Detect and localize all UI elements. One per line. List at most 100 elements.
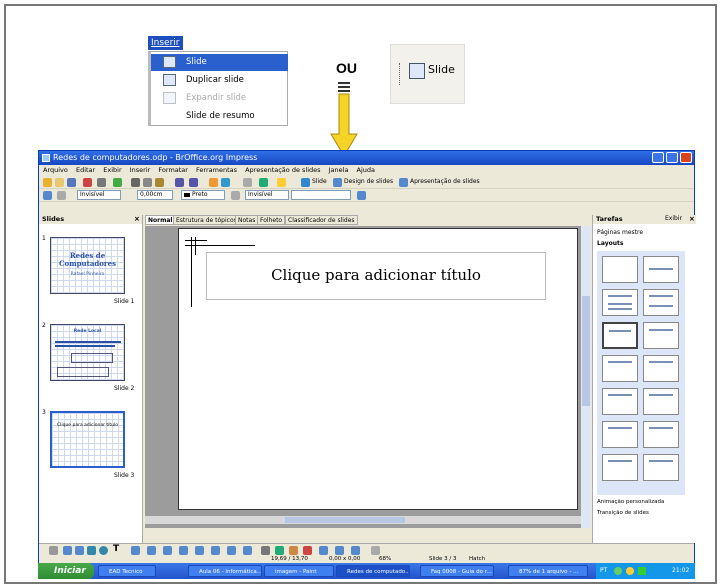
scrollbar-thumb[interactable]: [285, 517, 405, 523]
slide-canvas[interactable]: Clique para adicionar título: [178, 228, 578, 510]
rectangle-icon[interactable]: [87, 546, 96, 555]
taskbar-item-active[interactable]: Redes de computado...: [336, 565, 410, 577]
from-file-icon[interactable]: [289, 546, 298, 555]
zoom-icon[interactable]: [259, 178, 268, 187]
toolbar-slide-label[interactable]: Slide: [312, 178, 327, 185]
table-icon[interactable]: [221, 178, 230, 187]
slide-thumbnail-1[interactable]: Redes de Computadores Rafael Pinheiro: [50, 237, 125, 294]
undo-icon[interactable]: [175, 178, 184, 187]
title-placeholder[interactable]: Clique para adicionar título: [206, 252, 546, 300]
layout-chart[interactable]: [602, 355, 638, 382]
open-icon[interactable]: [55, 178, 64, 187]
gallery-icon[interactable]: [303, 546, 312, 555]
layout-text-image[interactable]: [602, 421, 638, 448]
layout-title-slide[interactable]: [602, 322, 638, 349]
vertical-scrollbar[interactable]: [581, 226, 591, 528]
block-arrows-icon[interactable]: [195, 546, 204, 555]
symbol-shapes-icon[interactable]: [179, 546, 188, 555]
line-style-select[interactable]: Invisível: [77, 190, 121, 200]
save-icon[interactable]: [67, 178, 76, 187]
tab-notes[interactable]: Notas: [235, 215, 259, 225]
layout-object[interactable]: [643, 454, 679, 481]
tab-slide-sorter[interactable]: Classificador de slides: [285, 215, 358, 225]
layout-title-two-content[interactable]: [643, 289, 679, 316]
new-icon[interactable]: [43, 178, 52, 187]
slide-thumbnail-3[interactable]: Clique para adicionar título: [50, 411, 125, 468]
horizontal-scrollbar[interactable]: [145, 516, 589, 524]
fill-select[interactable]: [291, 190, 351, 200]
cut-icon[interactable]: [131, 178, 140, 187]
layout-title-text-2[interactable]: [602, 454, 638, 481]
menu-item-summary-slide[interactable]: Slide de resumo: [151, 108, 288, 125]
tab-handout[interactable]: Folheto: [257, 215, 286, 225]
print-icon[interactable]: [97, 178, 106, 187]
presentation-icon[interactable]: [399, 178, 408, 187]
menu-arquivo[interactable]: Arquivo: [43, 166, 68, 174]
taskbar-item[interactable]: EAD Tecnico: [98, 565, 156, 577]
menu-ferramentas[interactable]: Ferramentas: [196, 166, 237, 174]
layouts-section[interactable]: Layouts: [597, 240, 623, 247]
start-button[interactable]: Iniciar: [38, 563, 94, 579]
arrow-line-icon[interactable]: [75, 546, 84, 555]
line-width-field[interactable]: 0,00cm: [137, 190, 173, 200]
taskbar-item[interactable]: imagem - Paint: [264, 565, 334, 577]
taskbar-item[interactable]: Aula 06 - Informática...: [188, 565, 262, 577]
menu-apresentacao[interactable]: Apresentação de slides: [245, 166, 320, 174]
line-icon[interactable]: [63, 546, 72, 555]
master-pages-section[interactable]: Páginas mestre: [597, 229, 643, 236]
fontwork-icon[interactable]: [275, 546, 284, 555]
tab-outline[interactable]: Estrutura de tópicos: [173, 215, 240, 225]
copy-icon[interactable]: [143, 178, 152, 187]
minimize-button[interactable]: [652, 152, 664, 163]
insert-menu-title[interactable]: Inserir: [148, 36, 183, 50]
layout-blank[interactable]: [602, 256, 638, 283]
chart-icon[interactable]: [209, 178, 218, 187]
close-icon[interactable]: ×: [689, 215, 695, 223]
fill-icon[interactable]: [231, 191, 240, 200]
slide-design-icon[interactable]: [333, 178, 342, 187]
menu-item-duplicate-slide[interactable]: Duplicar slide: [151, 72, 288, 89]
layout-table[interactable]: [643, 355, 679, 382]
layout-title-only[interactable]: [643, 256, 679, 283]
ellipse-icon[interactable]: [99, 546, 108, 555]
stars-icon[interactable]: [243, 546, 252, 555]
maximize-button[interactable]: [666, 152, 678, 163]
toolbar-design-label[interactable]: Design de slides: [344, 178, 393, 185]
callouts-icon[interactable]: [227, 546, 236, 555]
arrow-style-icon[interactable]: [57, 191, 66, 200]
taskbar-item[interactable]: 87% de 1 arquivo - ...: [508, 565, 588, 577]
points-icon[interactable]: [261, 546, 270, 555]
close-icon[interactable]: ×: [134, 215, 140, 223]
shadow-icon[interactable]: [357, 191, 366, 200]
toolbar-presentation-label[interactable]: Apresentação de slides: [410, 178, 480, 185]
curve-icon[interactable]: [131, 546, 140, 555]
slide-thumbnail-2[interactable]: Rede Local: [50, 324, 125, 381]
alignment-icon[interactable]: [335, 546, 344, 555]
layout-text-chart[interactable]: [643, 388, 679, 415]
rotate-icon[interactable]: [319, 546, 328, 555]
scrollbar-thumb[interactable]: [582, 296, 590, 406]
new-slide-icon[interactable]: [301, 178, 310, 187]
network-icon[interactable]: [614, 567, 622, 575]
tasks-view-menu[interactable]: Exibir: [665, 215, 682, 222]
line-color-select[interactable]: Preto: [181, 190, 225, 200]
connector-icon[interactable]: [147, 546, 156, 555]
menu-item-slide[interactable]: Slide: [151, 54, 288, 71]
paste-icon[interactable]: [155, 178, 164, 187]
antivirus-icon[interactable]: [626, 567, 634, 575]
layout-title-content[interactable]: [602, 289, 638, 316]
spellcheck-icon[interactable]: [113, 178, 122, 187]
menu-formatar[interactable]: Formatar: [158, 166, 188, 174]
layout-image[interactable]: [602, 388, 638, 415]
line-style-icon[interactable]: [43, 191, 52, 200]
taskbar-item[interactable]: Faq 0008 - Guia do r...: [420, 565, 494, 577]
arrange-icon[interactable]: [351, 546, 360, 555]
menu-janela[interactable]: Janela: [329, 166, 349, 174]
language-indicator[interactable]: PT: [600, 567, 607, 574]
extrusion-icon[interactable]: [371, 546, 380, 555]
text-icon[interactable]: T: [113, 544, 119, 554]
menu-ajuda[interactable]: Ajuda: [357, 166, 375, 174]
redo-icon[interactable]: [189, 178, 198, 187]
custom-animation-section[interactable]: Animação personalizada: [597, 499, 664, 505]
menu-inserir[interactable]: Inserir: [130, 166, 151, 174]
